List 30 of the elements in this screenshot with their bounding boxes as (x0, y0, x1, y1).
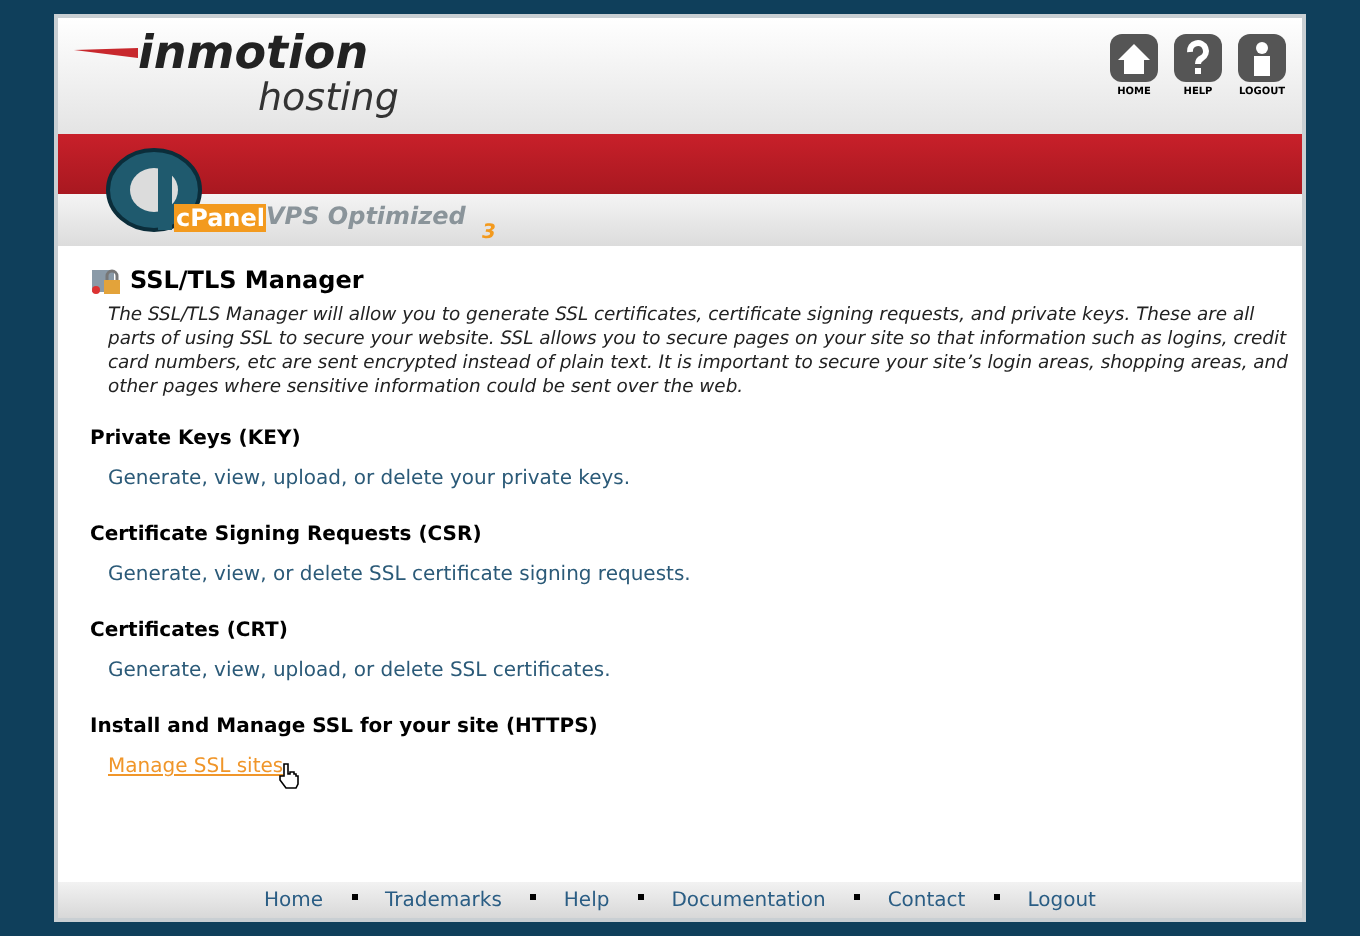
cpanel-label: cPanel (174, 204, 267, 232)
intro-paragraph: The SSL/TLS Manager will allow you to generate SSL certificates, certificate signing requests, and private keys. These are all parts of using SSL to secure your website. SSL allows you to secure pages on your site so that information such as logins, credit card numbers, etc are sent encrypted instead of plain text. It is important to secure your site’s login areas, shopping areas, and other pages where sensitive information could be sent over the web. (108, 304, 1288, 400)
logout-icon (1238, 34, 1286, 82)
section-heading: Private Keys (KEY) (90, 428, 303, 452)
footer-link[interactable]: Contact (875, 885, 978, 915)
separator-icon (351, 893, 358, 899)
logo-subtext: hosting (258, 78, 399, 118)
swoosh-icon (74, 46, 138, 62)
separator-icon (637, 893, 644, 899)
section-description: Generate, view, or delete SSL certificate signing requests. (108, 564, 691, 588)
home-icon (1110, 34, 1158, 82)
edition-text: VPS Optimized (266, 202, 466, 230)
footer-link[interactable]: Logout (1015, 885, 1108, 915)
separator-icon (993, 893, 1000, 899)
footer-link[interactable]: Home (252, 885, 336, 915)
logo-text: inmotion (138, 30, 369, 78)
section-heading: Certificate Signing Requests (CSR) (90, 524, 484, 548)
footer-link[interactable]: Trademarks (373, 885, 514, 915)
help-icon (1174, 34, 1222, 82)
page-title: SSL/TLS Manager (130, 264, 364, 298)
lock-certificate-icon (90, 264, 122, 296)
separator-icon (529, 893, 536, 899)
separator-icon (853, 893, 860, 899)
section-description: Generate, view, upload, or delete SSL certificates. (108, 660, 611, 684)
footer-link[interactable]: Documentation (659, 885, 838, 915)
section-heading: Install and Manage SSL for your site (HTTPS) (90, 716, 600, 740)
version-text: 3 (482, 220, 496, 248)
section-description: Generate, view, upload, or delete your private keys. (108, 468, 631, 492)
section-heading: Certificates (CRT) (90, 620, 290, 644)
footer-link[interactable]: Help (551, 885, 622, 915)
